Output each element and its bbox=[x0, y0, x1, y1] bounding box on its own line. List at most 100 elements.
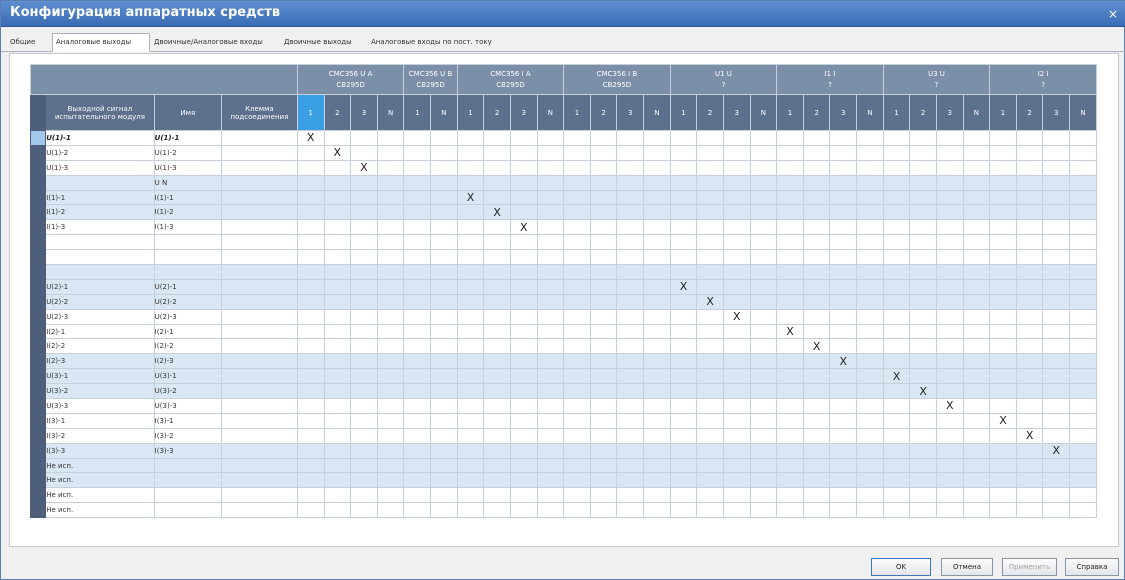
channel-cell[interactable] bbox=[536, 353, 565, 370]
channel-cell[interactable] bbox=[989, 457, 1017, 474]
channel-cell[interactable] bbox=[669, 144, 698, 161]
channel-cell[interactable] bbox=[296, 353, 325, 370]
channel-cell[interactable] bbox=[696, 442, 724, 459]
channel-cell[interactable] bbox=[829, 219, 858, 236]
channel-cell[interactable] bbox=[856, 368, 884, 385]
table-row[interactable]: U(1)-2 U(1)-2 X bbox=[29, 144, 1097, 161]
channel-cell[interactable] bbox=[536, 308, 565, 325]
channel-cell[interactable] bbox=[962, 457, 991, 474]
channel-cell[interactable] bbox=[669, 159, 698, 176]
table-row[interactable]: U(1)-1 U(1)-1 X bbox=[29, 130, 1097, 146]
channel-cell[interactable] bbox=[1015, 338, 1044, 355]
channel-cell[interactable] bbox=[856, 293, 884, 310]
channel-cell[interactable] bbox=[536, 204, 565, 221]
channel-cell[interactable] bbox=[616, 204, 645, 221]
channel-cell[interactable] bbox=[350, 219, 378, 236]
channel-cell[interactable] bbox=[616, 130, 645, 146]
channel-cell[interactable] bbox=[350, 308, 378, 325]
channel-cell[interactable] bbox=[909, 398, 937, 414]
channel-cell[interactable] bbox=[483, 189, 511, 206]
assignment-mark[interactable]: X bbox=[509, 219, 538, 236]
channel-cell[interactable] bbox=[536, 502, 565, 519]
channel-cell[interactable] bbox=[776, 204, 804, 221]
signal-cell[interactable]: U(1)-3 bbox=[45, 159, 155, 176]
signal-cell[interactable]: U(3)-3 bbox=[45, 398, 155, 414]
channel-cell[interactable] bbox=[696, 412, 724, 429]
name-cell[interactable]: U(1)-3 bbox=[153, 159, 222, 176]
channel-cell[interactable] bbox=[296, 234, 325, 251]
channel-cell[interactable] bbox=[856, 472, 884, 489]
channel-cell[interactable] bbox=[829, 323, 858, 340]
channel-cell[interactable] bbox=[802, 219, 831, 236]
channel-cell[interactable] bbox=[935, 368, 964, 385]
channel-cell[interactable] bbox=[696, 144, 724, 161]
channel-cell[interactable] bbox=[350, 442, 378, 459]
signal-cell[interactable]: U(2)-1 bbox=[45, 278, 155, 295]
channel-cell[interactable] bbox=[989, 204, 1017, 221]
channel-cell[interactable] bbox=[350, 398, 378, 414]
channel-cell[interactable] bbox=[456, 174, 485, 191]
channel-cell[interactable] bbox=[296, 502, 325, 519]
channel-cell[interactable] bbox=[776, 144, 804, 161]
channel-cell[interactable] bbox=[1042, 219, 1071, 236]
channel-cell[interactable] bbox=[935, 442, 964, 459]
channel-cell[interactable] bbox=[563, 412, 591, 429]
channel-cell[interactable] bbox=[483, 398, 511, 414]
name-cell[interactable]: I(3)-3 bbox=[153, 442, 222, 459]
channel-header[interactable]: N bbox=[430, 94, 458, 131]
channel-cell[interactable] bbox=[1069, 174, 1097, 191]
tab-binary-analog-inputs[interactable]: Двоичные/Аналоговые входы bbox=[151, 34, 266, 52]
channel-cell[interactable] bbox=[323, 278, 352, 295]
channel-cell[interactable] bbox=[563, 130, 591, 146]
channel-cell[interactable] bbox=[962, 323, 991, 340]
channel-cell[interactable] bbox=[536, 427, 565, 444]
channel-cell[interactable] bbox=[696, 427, 724, 444]
terminal-cell[interactable] bbox=[220, 442, 298, 459]
channel-cell[interactable] bbox=[376, 189, 405, 206]
channel-cell[interactable] bbox=[669, 502, 698, 519]
channel-cell[interactable] bbox=[403, 293, 432, 310]
channel-cell[interactable] bbox=[722, 234, 751, 251]
channel-cell[interactable] bbox=[323, 308, 352, 325]
channel-cell[interactable] bbox=[483, 442, 511, 459]
channel-cell[interactable] bbox=[882, 308, 911, 325]
channel-cell[interactable] bbox=[456, 502, 485, 519]
assignment-mark[interactable]: X bbox=[776, 323, 804, 340]
table-row[interactable]: U(2)-1 U(2)-1 X bbox=[29, 278, 1097, 295]
channel-cell[interactable] bbox=[616, 368, 645, 385]
channel-cell[interactable] bbox=[722, 412, 751, 429]
channel-cell[interactable] bbox=[456, 159, 485, 176]
channel-cell[interactable] bbox=[909, 323, 937, 340]
channel-cell[interactable] bbox=[909, 159, 937, 176]
channel-cell[interactable] bbox=[882, 412, 911, 429]
channel-cell[interactable] bbox=[829, 293, 858, 310]
assignment-mark[interactable]: X bbox=[350, 159, 378, 176]
channel-cell[interactable] bbox=[882, 219, 911, 236]
channel-cell[interactable] bbox=[829, 383, 858, 400]
channel-cell[interactable] bbox=[430, 130, 458, 146]
channel-cell[interactable] bbox=[669, 353, 698, 370]
channel-cell[interactable] bbox=[430, 174, 458, 191]
channel-cell[interactable] bbox=[430, 323, 458, 340]
channel-cell[interactable] bbox=[376, 353, 405, 370]
channel-cell[interactable] bbox=[563, 472, 591, 489]
channel-cell[interactable] bbox=[749, 383, 778, 400]
channel-cell[interactable] bbox=[616, 264, 645, 280]
signal-cell[interactable]: U(2)-3 bbox=[45, 308, 155, 325]
channel-cell[interactable] bbox=[456, 234, 485, 251]
channel-cell[interactable] bbox=[483, 472, 511, 489]
channel-cell[interactable] bbox=[430, 219, 458, 236]
terminal-cell[interactable] bbox=[220, 368, 298, 385]
channel-cell[interactable] bbox=[509, 323, 538, 340]
channel-cell[interactable] bbox=[403, 204, 432, 221]
channel-cell[interactable] bbox=[509, 159, 538, 176]
channel-cell[interactable] bbox=[536, 174, 565, 191]
channel-cell[interactable] bbox=[430, 487, 458, 504]
channel-cell[interactable] bbox=[962, 383, 991, 400]
name-cell[interactable] bbox=[153, 487, 222, 504]
channel-cell[interactable] bbox=[829, 368, 858, 385]
row-selector[interactable] bbox=[29, 442, 47, 459]
channel-cell[interactable] bbox=[403, 368, 432, 385]
signal-cell[interactable]: I(2)-2 bbox=[45, 338, 155, 355]
channel-cell[interactable] bbox=[722, 278, 751, 295]
